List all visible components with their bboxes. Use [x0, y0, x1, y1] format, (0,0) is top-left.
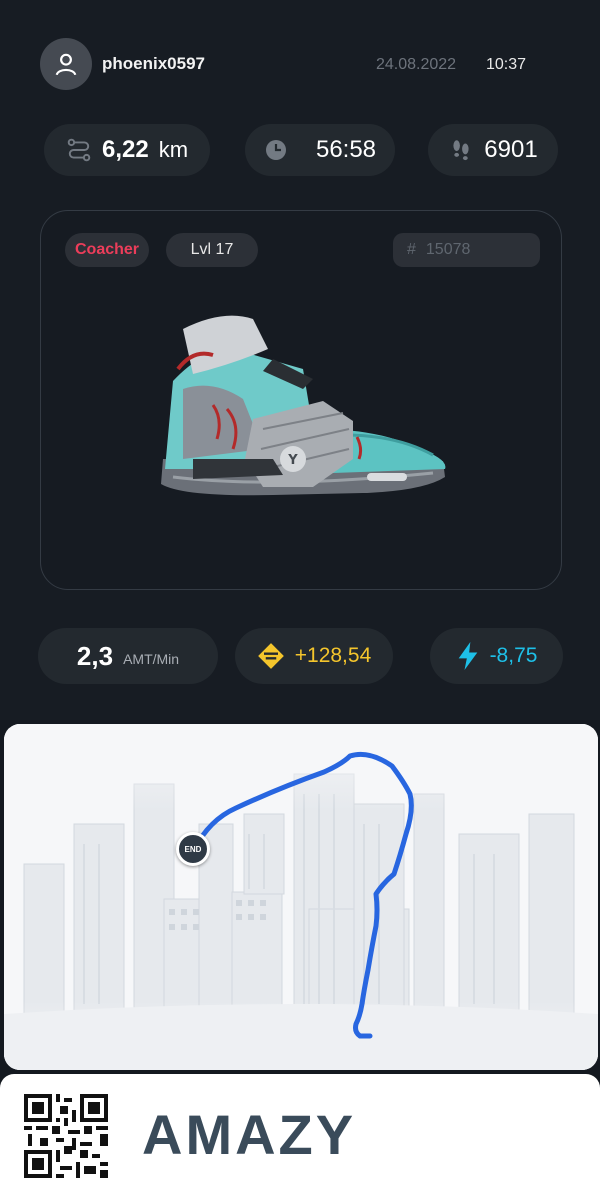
- route-map[interactable]: END: [4, 724, 598, 1070]
- activity-time: 10:37: [486, 56, 527, 73]
- earning-rate-value: 2,3: [76, 640, 114, 671]
- steps-stat: 6901: [428, 124, 558, 176]
- sneaker-id-badge: # 15078: [393, 233, 540, 267]
- avatar[interactable]: [40, 38, 92, 90]
- username: phoenix0597: [102, 54, 205, 73]
- distance-unit: km: [158, 137, 189, 162]
- token-gain-stat: +128,54: [235, 628, 393, 684]
- footprints-icon: [453, 140, 469, 161]
- route-icon: [67, 138, 91, 162]
- duration-stat: 56:58: [245, 124, 395, 176]
- hash-symbol: #: [407, 241, 416, 258]
- distance-value: 6,22: [101, 136, 149, 163]
- svg-text:Y: Y: [287, 453, 298, 468]
- sneaker-level-badge: Lvl 17: [166, 233, 258, 267]
- distance-stat: 6,22 km: [44, 124, 210, 176]
- clock-icon: [265, 140, 286, 160]
- route-end-marker: END: [176, 832, 210, 866]
- activity-date: 24.08.2022: [376, 56, 457, 73]
- amt-token-icon: [257, 643, 284, 669]
- duration-value: 56:58: [315, 136, 377, 163]
- token-gain-value: +128,54: [294, 644, 372, 667]
- user-icon: [55, 53, 77, 76]
- energy-stat: -8,75: [430, 628, 563, 684]
- share-footer: AMAZY: [0, 1074, 600, 1200]
- earning-rate-stat: 2,3 AMT/Min: [38, 628, 218, 684]
- sneaker-type-badge: Coacher: [65, 233, 150, 267]
- sneaker-id: 15078: [425, 241, 471, 258]
- lightning-icon: [458, 642, 477, 670]
- earning-rate-unit: AMT/Min: [123, 651, 180, 667]
- energy-value: -8,75: [489, 644, 538, 667]
- steps-value: 6901: [484, 136, 538, 163]
- end-marker-label: END: [184, 844, 202, 854]
- city-map-illustration: [4, 724, 598, 1070]
- brand-logo: AMAZY: [142, 1103, 357, 1166]
- sneaker-image: Y: [161, 315, 446, 496]
- header: phoenix0597 24.08.2022 10:37: [40, 38, 560, 92]
- qr-code[interactable]: [24, 1094, 108, 1178]
- sneaker-card[interactable]: Coacher Lvl 17 # 15078 Y: [40, 210, 562, 590]
